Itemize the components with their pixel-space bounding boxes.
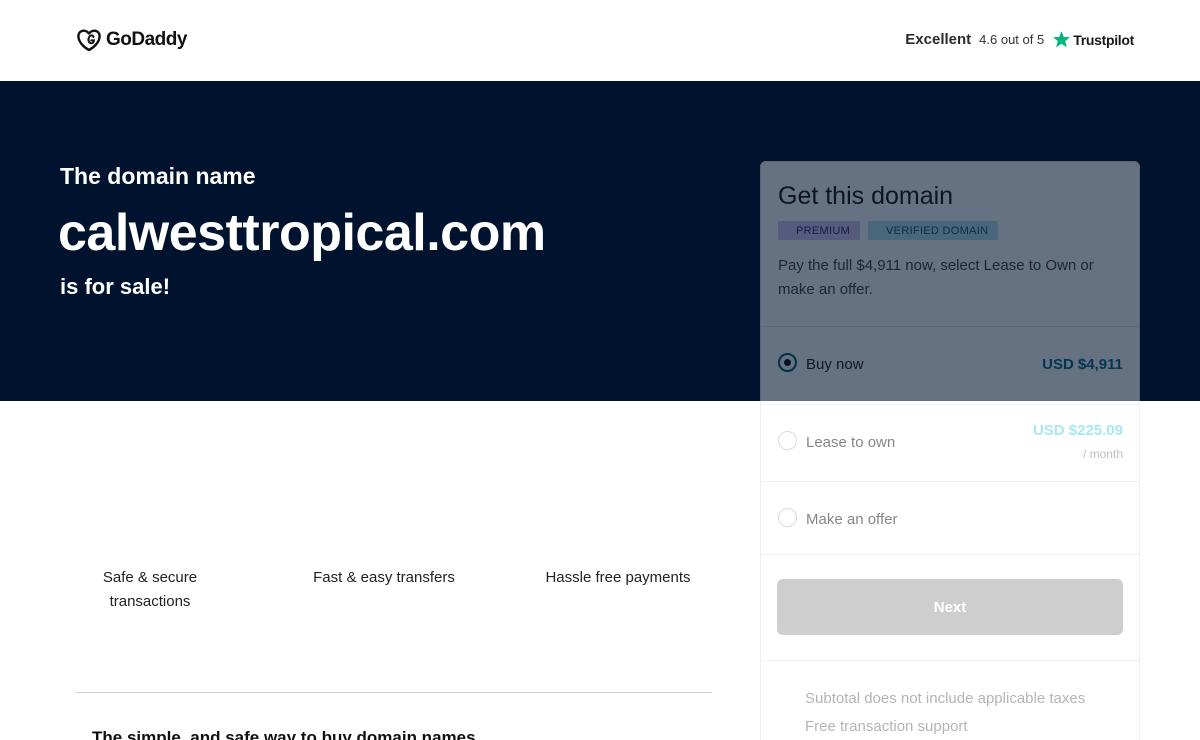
badges: PREMIUM VERIFIED DOMAIN (778, 221, 1122, 240)
card-description: Pay the full $4,911 now, select Lease to… (778, 257, 1094, 298)
next-section: Next (761, 554, 1139, 660)
hero-post-text: is for sale! (60, 274, 171, 299)
godaddy-heart-icon (77, 29, 101, 52)
trustpilot-star-icon (1053, 31, 1071, 48)
next-button[interactable]: Next (777, 579, 1123, 635)
feature-fast-transfers: Fast & easy transfers (240, 566, 528, 614)
offer-radio[interactable] (778, 508, 797, 527)
option-lease-to-own[interactable]: Lease to own USD $225.09 / month (761, 404, 1139, 481)
logo-text: GoDaddy (106, 29, 187, 50)
option-label: Buy now (806, 356, 864, 373)
premium-badge: PREMIUM (778, 221, 861, 240)
option-buy-now[interactable]: Buy now USD $4,911 (761, 326, 1139, 404)
feature-text: Hassle free payments (545, 569, 691, 586)
card-header: Get this domain PREMIUM VERIFIED DOMAIN … (761, 162, 1139, 302)
feature-text: transactions (109, 593, 191, 610)
feature-safe-secure: Safe & secure transactions (60, 566, 240, 614)
trustpilot-rating[interactable]: Excellent 4.6 out of 5 Trustpilot (905, 30, 1134, 49)
card-footer: Subtotal does not include applicable tax… (761, 660, 1139, 740)
option-label: Lease to own (806, 434, 896, 451)
domain-name-heading: calwesttropical.com (58, 204, 546, 262)
feature-text: Fast & easy transfers (313, 569, 455, 586)
godaddy-logo[interactable]: GoDaddy (76, 28, 187, 52)
section-heading: The simple, and safe way to buy domain n… (92, 728, 476, 740)
features-row: Safe & secure transactions Fast & easy t… (60, 566, 740, 614)
lease-radio[interactable] (778, 431, 797, 450)
purchase-card: Get this domain PREMIUM VERIFIED DOMAIN … (760, 161, 1140, 740)
option-price-period: / month (1082, 447, 1123, 461)
footer-note: Subtotal does not include applicable tax… (805, 690, 1086, 707)
option-price: USD $4,911 (1042, 356, 1123, 373)
verified-badge: VERIFIED DOMAIN (868, 221, 999, 240)
section-divider (76, 692, 712, 693)
feature-hassle-free: Hassle free payments (528, 566, 708, 614)
trust-label: Excellent (905, 31, 972, 48)
top-bar: GoDaddy Excellent 4.6 out of 5 Trustpilo… (0, 0, 1200, 81)
card-title: Get this domain (778, 182, 954, 210)
trust-score: 4.6 out of 5 (979, 32, 1045, 47)
feature-text: Safe & secure (102, 569, 198, 586)
option-price: USD $225.09 (1032, 422, 1123, 439)
hero-pre-text: The domain name (60, 163, 256, 189)
option-label: Make an offer (806, 511, 898, 528)
buy-now-radio[interactable] (778, 353, 797, 372)
trustpilot-brand: Trustpilot (1073, 31, 1134, 48)
option-make-offer[interactable]: Make an offer (761, 481, 1139, 554)
footer-note: Free transaction support (805, 718, 968, 735)
